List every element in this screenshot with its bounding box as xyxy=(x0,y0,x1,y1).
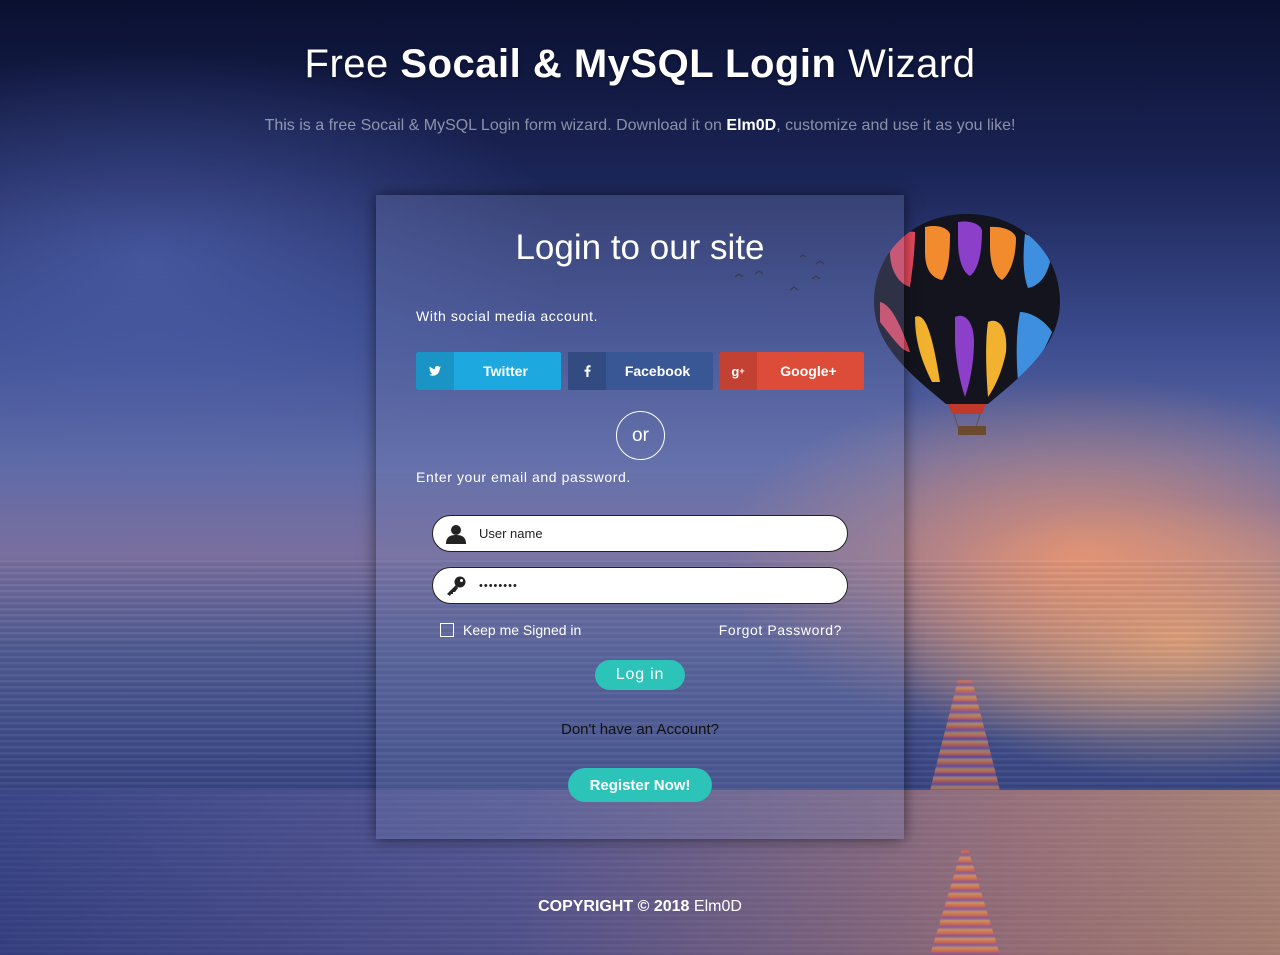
twitter-icon xyxy=(416,352,454,390)
copyright-name: Elm0D xyxy=(693,898,742,915)
page-title-suffix: Wizard xyxy=(848,42,976,86)
or-divider: or xyxy=(616,411,665,460)
username-field xyxy=(432,515,848,552)
credentials-label: Enter your email and password. xyxy=(416,469,631,485)
google-plus-icon: g + xyxy=(719,352,757,390)
twitter-button-label: Twitter xyxy=(483,363,528,379)
twitter-button[interactable]: Twitter xyxy=(416,352,561,390)
page-subtitle-prefix: This is a free Socail & MySQL Login form… xyxy=(264,117,722,134)
page-subtitle: This is a free Socail & MySQL Login form… xyxy=(0,117,1280,135)
password-field xyxy=(432,567,848,604)
login-title: Login to our site xyxy=(515,228,765,267)
facebook-button[interactable]: Facebook xyxy=(568,352,713,390)
social-buttons: Twitter Facebook g + Google+ xyxy=(416,352,864,390)
or-label: or xyxy=(632,424,649,446)
page-title-prefix: Free xyxy=(304,42,389,86)
no-account-text: Don't have an Account? xyxy=(561,721,719,738)
balloon-reflection xyxy=(930,680,1000,790)
facebook-button-label: Facebook xyxy=(624,363,691,379)
password-input[interactable] xyxy=(479,579,829,592)
login-button[interactable]: Log in xyxy=(595,660,685,690)
copyright: COPYRIGHT © 2018 Elm0D xyxy=(0,898,1280,916)
remember-me-label: Keep me Signed in xyxy=(463,622,582,638)
copyright-label: COPYRIGHT © 2018 xyxy=(538,898,690,915)
google-plus-button-label: Google+ xyxy=(780,363,837,379)
user-icon xyxy=(433,524,479,544)
register-button[interactable]: Register Now! xyxy=(568,768,712,802)
page-subtitle-suffix: , customize and use it as you like! xyxy=(776,117,1016,134)
key-icon xyxy=(433,576,479,596)
social-label: With social media account. xyxy=(416,308,599,324)
forgot-password-link[interactable]: Forgot Password? xyxy=(719,622,842,638)
page-title-bold: Socail & MySQL Login xyxy=(400,42,837,86)
page-title: Free Socail & MySQL Login Wizard xyxy=(0,42,1280,87)
subtitle-brand-link[interactable]: Elm0D xyxy=(726,117,776,134)
facebook-icon xyxy=(568,352,606,390)
remember-me: Keep me Signed in xyxy=(440,622,581,638)
google-plus-button[interactable]: g + Google+ xyxy=(719,352,864,390)
username-input[interactable] xyxy=(479,526,829,541)
login-card: Login to our site With social media acco… xyxy=(376,195,904,839)
remember-me-checkbox[interactable] xyxy=(440,623,454,637)
